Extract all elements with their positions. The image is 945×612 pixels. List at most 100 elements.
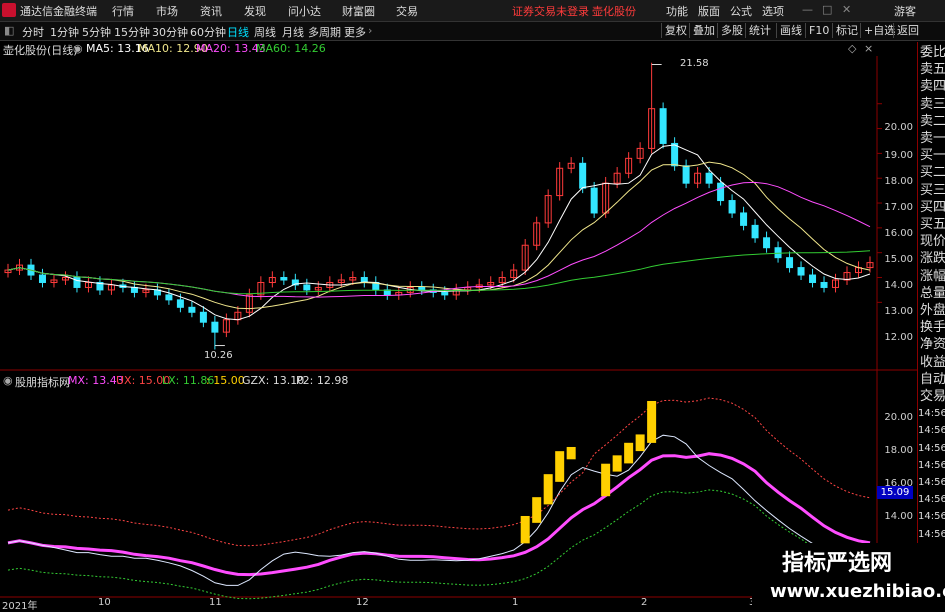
ma5-line (7, 144, 871, 321)
bull-bar (624, 442, 634, 464)
date-label-feb: 2 (641, 597, 648, 608)
kline-chart[interactable] (0, 0, 945, 609)
sub-axis-14: 14.00 (884, 511, 913, 522)
bull-bar (612, 455, 622, 472)
candle-body (590, 187, 598, 214)
candle-body (728, 200, 736, 214)
candle-body (199, 311, 207, 323)
candle-body (671, 142, 679, 167)
candle-body (176, 299, 184, 308)
bull-bar (543, 474, 553, 505)
site-watermark: 指标严选网 www.xuezhibiao.com (752, 543, 945, 609)
bull-bar (647, 400, 657, 443)
bull-bar (601, 463, 611, 497)
ma10-line (7, 161, 871, 310)
candle-body (717, 182, 725, 202)
date-label-dec: 12 (356, 597, 369, 608)
lx-line (7, 489, 871, 600)
bull-bar (566, 446, 576, 460)
date-label-nov: 11 (209, 597, 222, 608)
date-label-2021: 2021年 (2, 601, 38, 612)
axis-label-17: 17.00 (884, 202, 913, 213)
bull-bar (520, 515, 530, 544)
panel-label-26: 14:56 (918, 494, 945, 506)
panel-label-17: 净资 (920, 337, 945, 353)
sub-settings-icon[interactable]: ◉ (3, 374, 13, 387)
ux-line (7, 397, 871, 547)
bull-bar (635, 434, 645, 452)
legend-p2: P2: 12.98 (296, 374, 349, 387)
panel-label-24: 14:56 (918, 459, 945, 471)
axis-label-13: 13.00 (884, 306, 913, 317)
candle-body (418, 286, 426, 291)
panel-label-9: 买四 (920, 199, 945, 215)
panel-label-10: 买五 (920, 217, 945, 232)
axis-label-20: 20.00 (884, 122, 913, 133)
gzx-line (7, 434, 871, 586)
high-price-label: 21.58 (680, 58, 709, 69)
panel-label-7: 买二 (920, 165, 945, 181)
panel-label-5: 卖一 (920, 131, 945, 146)
panel-label-25: 14:56 (918, 477, 945, 488)
candle-body (165, 294, 173, 301)
axis-label-15: 15.00 (884, 254, 913, 265)
panel-label-13: 涨幅 (920, 268, 945, 284)
panel-label-4: 卖二 (920, 113, 945, 129)
axis-label-12: 12.00 (884, 332, 913, 343)
low-price-label: 10.26 (204, 350, 233, 361)
date-label-jan: 1 (512, 597, 519, 608)
panel-label-12: 涨跌 (920, 251, 945, 267)
candle-body (211, 321, 219, 333)
watermark-url: www.xuezhibiao.com (770, 581, 945, 602)
panel-label-18: 收益 (920, 354, 945, 370)
panel-label-16: 换手 (920, 320, 945, 336)
candle-body (579, 162, 587, 189)
panel-label-19: 自动 (920, 371, 945, 387)
candle-body (303, 284, 311, 291)
close-panel-icon[interactable]: × (864, 42, 873, 55)
panel-label-23: 14:56 (918, 442, 945, 454)
candle-body (280, 277, 288, 281)
candle-body (763, 237, 771, 249)
candle-body (188, 306, 196, 313)
candle-body (809, 274, 817, 283)
candle-body (682, 165, 690, 184)
mx-line (7, 452, 871, 577)
candle-body (751, 224, 759, 239)
panel-label-15: 外盘 (920, 303, 945, 318)
sub-current-value: 15.09 (877, 486, 913, 499)
bull-bar (532, 497, 542, 523)
candle-body (786, 257, 794, 269)
panel-label-21: 14:56 (918, 408, 945, 420)
watermark-title: 指标严选网 (782, 551, 893, 576)
legend-gzx: GZX: 13.10 (242, 374, 305, 387)
diamond-icon[interactable]: ◇ (848, 42, 856, 55)
order-book-panel: 委比 卖五 卖四 卖三 卖二 卖一 买一 买二 买三 买四 买五 现价 涨跌 涨幅 总量 外盘 换手 净资 收益 自动… (917, 42, 945, 609)
panel-label-2: 卖四 (920, 79, 945, 95)
candle-body (705, 172, 713, 184)
panel-label-8: 买三 (920, 182, 945, 198)
panel-label-11: 现价 (920, 234, 945, 250)
candle-body (740, 212, 748, 226)
axis-label-18: 18.00 (884, 176, 913, 187)
candle-body (797, 267, 805, 276)
sub-axis-20: 20.00 (884, 412, 913, 423)
candle-body (659, 108, 667, 144)
panel-label-3: 卖三 (920, 96, 945, 112)
main-price-axis: 20.00 19.00 18.00 17.00 16.00 15.00 14.0… (877, 56, 917, 366)
panel-label-28: 14:56 (918, 528, 945, 540)
sub-chart-title: 股朋指标网 (15, 376, 70, 389)
candle-body (38, 274, 46, 283)
candle-body (774, 247, 782, 259)
candle-body (820, 281, 828, 288)
axis-label-19: 19.00 (884, 150, 913, 161)
legend-x: : 15.00 (206, 374, 245, 387)
main-chart-title: 壶化股份(日线) (3, 44, 78, 57)
panel-label-1: 卖五 (920, 62, 945, 78)
ma20-line (7, 181, 871, 298)
settings-circle-icon[interactable]: ◉ (73, 42, 83, 55)
panel-label-22: 14:56 (918, 425, 945, 437)
date-label-oct: 10 (98, 597, 111, 608)
sub-axis-18: 18.00 (884, 445, 913, 456)
candle-body (130, 286, 138, 293)
